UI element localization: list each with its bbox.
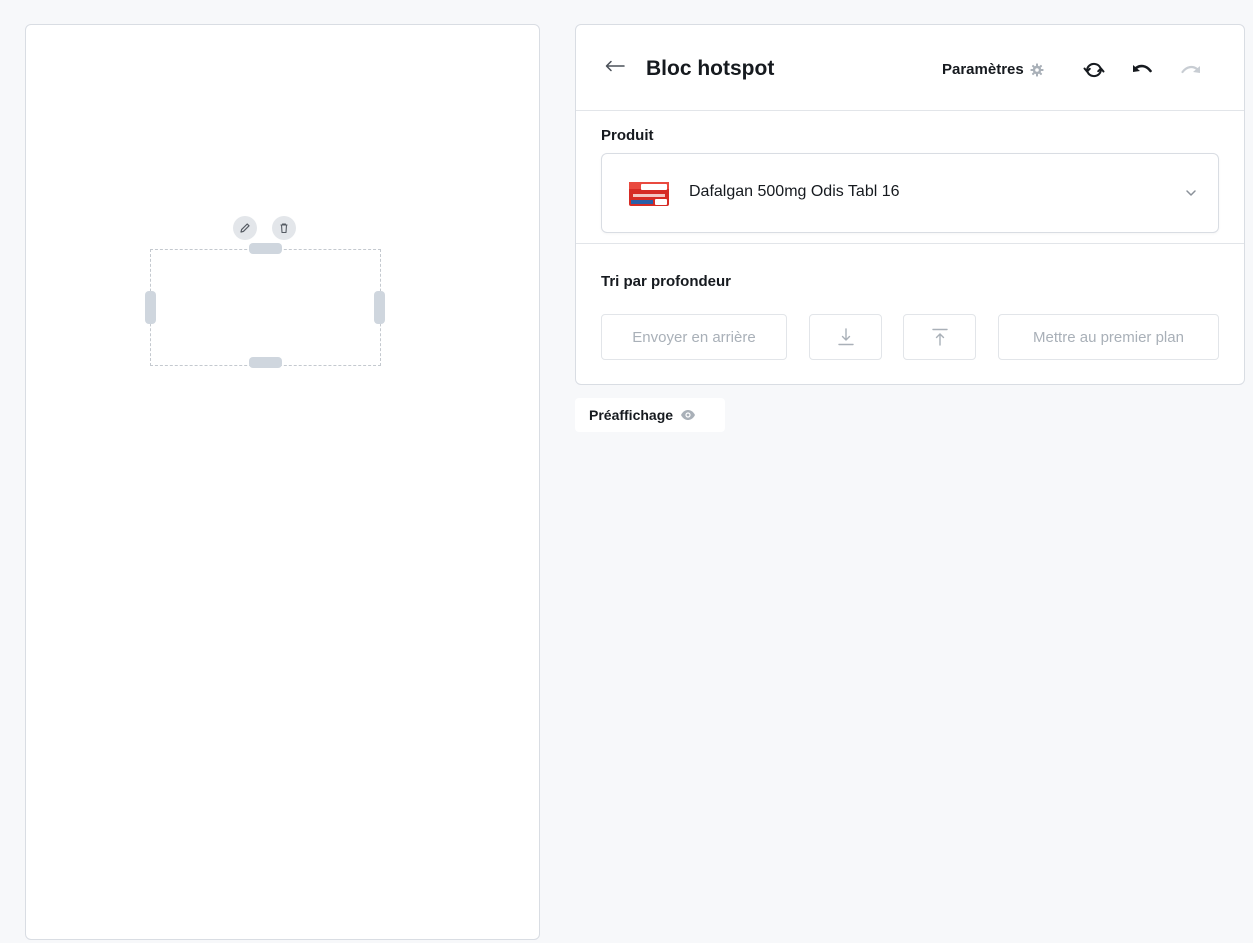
back-button[interactable] — [604, 55, 626, 77]
resize-handle-left[interactable] — [145, 291, 156, 324]
canvas-panel[interactable] — [25, 24, 540, 940]
preview-label: Préaffichage — [589, 407, 674, 423]
selected-product-name: Dafalgan 500mg Odis Tabl 16 — [689, 183, 900, 200]
page-title: Bloc hotspot — [646, 57, 775, 80]
delete-hotspot-button[interactable] — [272, 216, 296, 240]
arrow-left-icon — [605, 60, 625, 72]
resize-handle-right[interactable] — [374, 291, 385, 324]
move-backward-button[interactable] — [809, 314, 882, 360]
product-label: Produit — [601, 127, 654, 144]
preview-button[interactable]: Préaffichage — [575, 398, 725, 432]
product-select[interactable]: Dafalgan 500mg Odis Tabl 16 — [601, 153, 1219, 233]
pencil-icon — [240, 223, 250, 233]
editor-header: Bloc hotspot Paramètres — [576, 25, 1244, 111]
sync-icon — [1083, 62, 1105, 78]
sync-button[interactable] — [1082, 59, 1106, 81]
product-thumbnail — [629, 182, 669, 206]
eye-icon — [681, 410, 696, 420]
move-forward-button[interactable] — [903, 314, 976, 360]
redo-icon — [1181, 65, 1200, 74]
section-divider — [576, 243, 1244, 244]
settings-button[interactable]: Paramètres — [942, 61, 1044, 78]
arrow-down-to-line-icon — [837, 328, 854, 346]
gear-icon — [1030, 63, 1044, 76]
arrow-up-to-line-icon — [931, 328, 948, 346]
resize-handle-top[interactable] — [249, 243, 282, 254]
trash-icon — [280, 223, 288, 234]
redo-button[interactable] — [1179, 59, 1203, 81]
send-to-back-button[interactable]: Envoyer en arrière — [601, 314, 787, 360]
undo-icon — [1133, 64, 1152, 73]
hotspot-editor-card: Bloc hotspot Paramètres Produit Dafalgan… — [575, 24, 1245, 385]
hotspot-area[interactable] — [145, 243, 385, 368]
edit-hotspot-button[interactable] — [233, 216, 257, 240]
depth-label: Tri par profondeur — [601, 273, 732, 290]
bring-to-front-button[interactable]: Mettre au premier plan — [998, 314, 1219, 360]
resize-handle-bottom[interactable] — [249, 357, 282, 368]
settings-label: Paramètres — [942, 61, 1024, 78]
undo-button[interactable] — [1130, 59, 1154, 81]
chevron-down-icon — [1186, 190, 1196, 196]
